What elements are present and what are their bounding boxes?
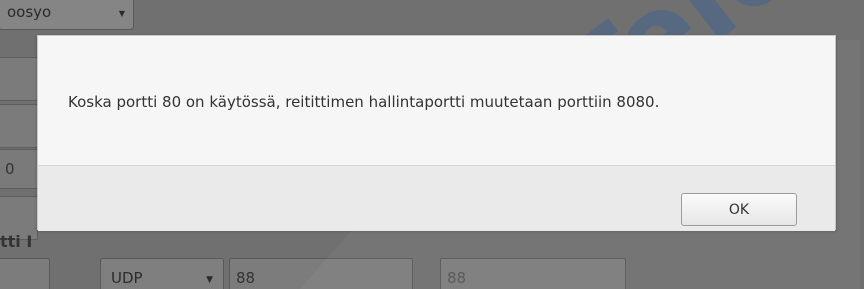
- chevron-down-icon: ▼: [118, 9, 125, 18]
- background-row-field[interactable]: [0, 258, 50, 289]
- background-field-strip: [0, 104, 38, 148]
- port-end-input[interactable]: 88: [440, 258, 626, 289]
- dialog-footer: OK: [38, 165, 835, 231]
- alert-dialog: Koska portti 80 on käytössä, reitittimen…: [37, 35, 836, 231]
- protocol-select-value: UDP: [111, 269, 143, 287]
- port-end-value: 88: [447, 269, 467, 287]
- background-left-field[interactable]: 0: [0, 149, 38, 189]
- port-start-input[interactable]: 88: [229, 258, 413, 289]
- dialog-message: Koska portti 80 on käytössä, reitittimen…: [68, 93, 660, 111]
- port-start-value: 88: [236, 269, 256, 287]
- background-field-strip: [0, 57, 38, 101]
- dialog-body: Koska portti 80 on käytössä, reitittimen…: [38, 36, 835, 165]
- background-top-select[interactable]: oosyo ▼: [0, 0, 134, 30]
- background-left-field-value: 0: [5, 160, 15, 178]
- background-section-label: tti I: [0, 232, 33, 251]
- protocol-select[interactable]: UDP ▼: [100, 258, 224, 289]
- ok-button[interactable]: OK: [681, 193, 797, 226]
- chevron-down-icon: ▼: [206, 275, 213, 285]
- background-top-select-value: oosyo: [7, 3, 52, 21]
